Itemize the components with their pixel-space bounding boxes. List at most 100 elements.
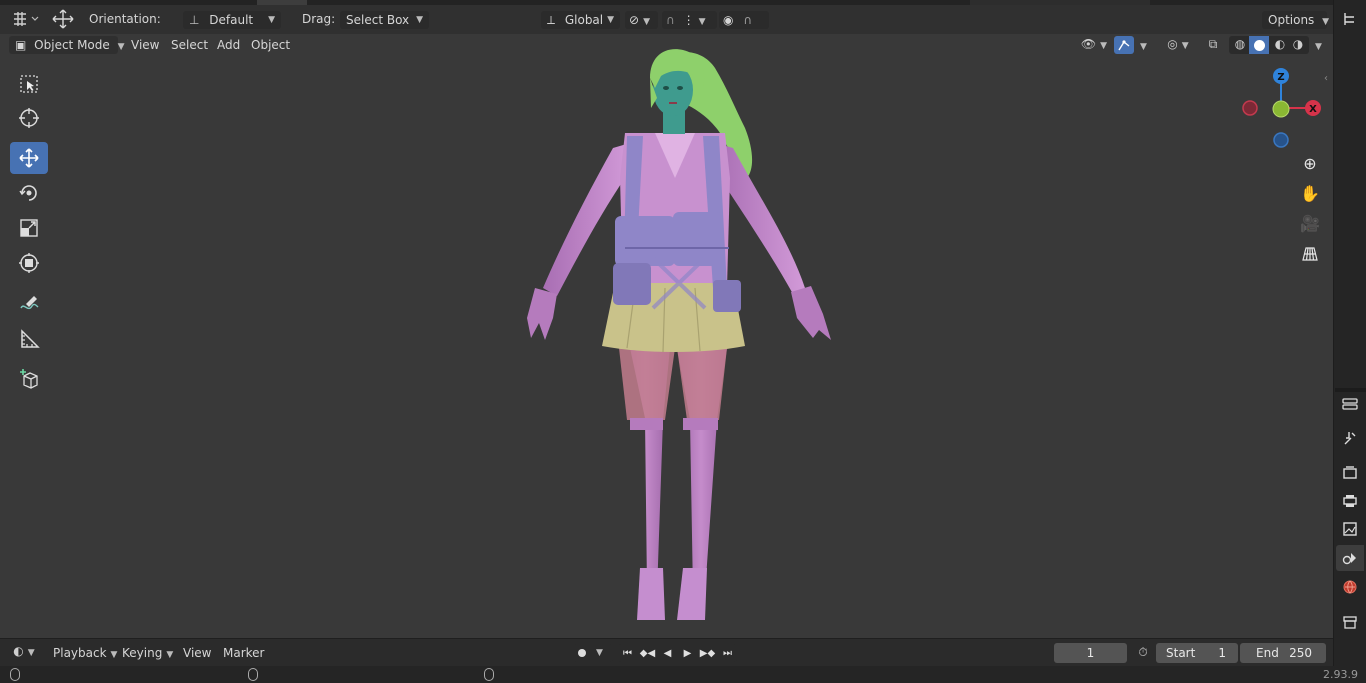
chevron-down-icon: ▼ bbox=[607, 15, 614, 25]
mode-value: Object Mode bbox=[34, 38, 110, 52]
next-keyframe-button[interactable]: ▶◆ bbox=[698, 644, 717, 662]
jump-to-end-button[interactable]: ⏭ bbox=[718, 644, 737, 662]
orientation-axis-icon: ⊥ bbox=[189, 13, 200, 27]
wireframe-shading-icon[interactable]: ◍ bbox=[1231, 37, 1249, 51]
scene-properties-tab[interactable] bbox=[1339, 547, 1361, 569]
scene-icon bbox=[1342, 553, 1356, 565]
start-label: Start bbox=[1166, 646, 1196, 660]
end-frame-field[interactable]: End 250 bbox=[1240, 643, 1326, 663]
orientation-dropdown[interactable]: ⊥ Default ▼ bbox=[183, 11, 281, 29]
outliner-icon[interactable] bbox=[1339, 8, 1361, 30]
use-preview-range-toggle[interactable]: ⏱ bbox=[1134, 645, 1152, 660]
view-layer-tab[interactable] bbox=[1339, 518, 1361, 540]
chevron-down-icon: ▼ bbox=[416, 15, 423, 25]
eye-icon: 👁 bbox=[1080, 37, 1097, 51]
perspective-toggle-button[interactable] bbox=[1296, 240, 1324, 268]
marker-menu[interactable]: Marker bbox=[223, 646, 264, 660]
xray-icon: ⧉ bbox=[1208, 37, 1218, 51]
zoom-button[interactable]: ⊕ bbox=[1296, 149, 1324, 177]
tool-settings-icon bbox=[1342, 398, 1358, 410]
left-hand bbox=[527, 288, 557, 340]
timeline-view-menu[interactable]: View bbox=[183, 646, 211, 660]
mouse-right-icon bbox=[484, 668, 494, 681]
tool-properties-tab[interactable] bbox=[1339, 393, 1361, 415]
prev-keyframe-button[interactable]: ◆◀ bbox=[638, 644, 657, 662]
auto-keying-toggle[interactable]: ▼ bbox=[573, 644, 613, 662]
drag-dropdown[interactable]: Select Box ▼ bbox=[340, 11, 429, 29]
gizmo-neg-z-axis[interactable] bbox=[1273, 132, 1289, 148]
playback-menu[interactable]: Playback ▼ bbox=[53, 646, 117, 660]
orientation-value: Default bbox=[209, 13, 254, 27]
pan-button[interactable]: ✋ bbox=[1296, 179, 1324, 207]
snap-magnet-icon: ∩ bbox=[666, 13, 675, 27]
keying-label: Keying bbox=[122, 646, 163, 660]
options-dropdown[interactable]: Options ▼ bbox=[1262, 11, 1329, 29]
render-camera-icon bbox=[1343, 466, 1357, 479]
move-gizmo-icon[interactable] bbox=[50, 8, 76, 30]
scale-tool[interactable] bbox=[10, 212, 48, 244]
move-tool[interactable] bbox=[10, 142, 48, 174]
select-box-tool[interactable] bbox=[10, 68, 48, 100]
world-globe-icon bbox=[1343, 580, 1357, 594]
chevron-down-icon: ▼ bbox=[27, 648, 35, 658]
navigation-gizmo[interactable]: Z X bbox=[1236, 64, 1332, 156]
start-frame-field[interactable]: Start 1 bbox=[1156, 643, 1238, 663]
rotate-icon bbox=[19, 185, 37, 201]
menu-object[interactable]: Object bbox=[251, 38, 290, 52]
visibility-dropdown[interactable]: 👁 ▼ bbox=[1078, 37, 1110, 55]
rotate-tool[interactable] bbox=[10, 177, 48, 209]
world-properties-tab[interactable] bbox=[1339, 576, 1361, 598]
cursor-icon bbox=[19, 108, 39, 128]
timeline-editor-type[interactable]: ◐ ▼ bbox=[9, 644, 39, 662]
solid-shading-button[interactable] bbox=[1249, 36, 1269, 54]
collection-properties-tab[interactable] bbox=[1339, 611, 1361, 633]
measure-tool[interactable] bbox=[10, 323, 48, 355]
vest-pouch bbox=[615, 216, 675, 266]
chevron-down-icon: ▼ bbox=[1315, 42, 1322, 52]
editor-type-icon[interactable] bbox=[10, 10, 40, 28]
cursor-tool[interactable] bbox=[10, 102, 48, 134]
annotate-tool[interactable] bbox=[10, 288, 48, 320]
sidebar-expand-icon[interactable]: ‹ bbox=[1324, 73, 1328, 84]
jump-to-start-button[interactable]: ⏮ bbox=[618, 644, 637, 662]
menu-view[interactable]: View bbox=[131, 38, 159, 52]
gizmo-y-axis[interactable] bbox=[1272, 100, 1290, 118]
transform-space-value: Global bbox=[564, 13, 604, 27]
playback-label: Playback bbox=[53, 646, 107, 660]
camera-view-button[interactable]: 🎥 bbox=[1296, 209, 1324, 237]
keying-menu[interactable]: Keying ▼ bbox=[122, 646, 173, 660]
play-reverse-button[interactable]: ◀ bbox=[658, 644, 677, 662]
wrench-screwdriver-icon bbox=[1344, 432, 1356, 445]
add-cube-tool[interactable] bbox=[10, 363, 48, 395]
transform-tool[interactable] bbox=[10, 247, 48, 279]
overlays-dropdown[interactable]: ◎ ▼ bbox=[1158, 37, 1198, 55]
grid-perspective-icon bbox=[1302, 247, 1318, 261]
pivot-point-dropdown[interactable]: ⊘ ▼ bbox=[625, 11, 658, 29]
xray-toggle[interactable]: ⧉ bbox=[1204, 37, 1222, 55]
material-shading-icon[interactable]: ◐ bbox=[1271, 37, 1289, 51]
gizmo-toggle[interactable] bbox=[1114, 36, 1134, 54]
shading-dropdown[interactable]: ▼ bbox=[1311, 38, 1322, 52]
snap-increment-icon: ⋮ bbox=[682, 13, 695, 27]
chevron-down-icon: ▼ bbox=[1181, 41, 1189, 51]
render-properties-tab[interactable] bbox=[1339, 427, 1361, 449]
transform-orientation-dropdown[interactable]: ⟂ Global ▼ bbox=[541, 11, 620, 29]
proportional-edit-dropdown[interactable]: ◉ ∩ bbox=[719, 11, 769, 29]
play-button[interactable]: ▶ bbox=[678, 644, 697, 662]
pivot-icon: ⊘ bbox=[629, 13, 640, 27]
play-icon: ▶ bbox=[683, 647, 692, 659]
snap-dropdown[interactable]: ∩ ⋮ ▼ bbox=[662, 11, 717, 29]
status-bar bbox=[0, 666, 1366, 683]
render-tab[interactable] bbox=[1339, 462, 1361, 484]
output-properties-tab[interactable] bbox=[1339, 490, 1361, 512]
menu-select[interactable]: Select bbox=[171, 38, 208, 52]
mode-dropdown[interactable]: ▣ Object Mode ▼ bbox=[9, 36, 125, 54]
image-layer-icon bbox=[1343, 522, 1357, 536]
character-model[interactable] bbox=[505, 48, 845, 628]
current-frame-field[interactable]: 1 bbox=[1054, 643, 1127, 663]
menu-add[interactable]: Add bbox=[217, 38, 240, 52]
gizmo-neg-x-axis[interactable] bbox=[1242, 100, 1258, 116]
rendered-shading-icon[interactable]: ◑ bbox=[1289, 37, 1307, 51]
gizmo-dropdown[interactable]: ▼ bbox=[1136, 38, 1147, 52]
select-box-icon bbox=[20, 75, 38, 93]
